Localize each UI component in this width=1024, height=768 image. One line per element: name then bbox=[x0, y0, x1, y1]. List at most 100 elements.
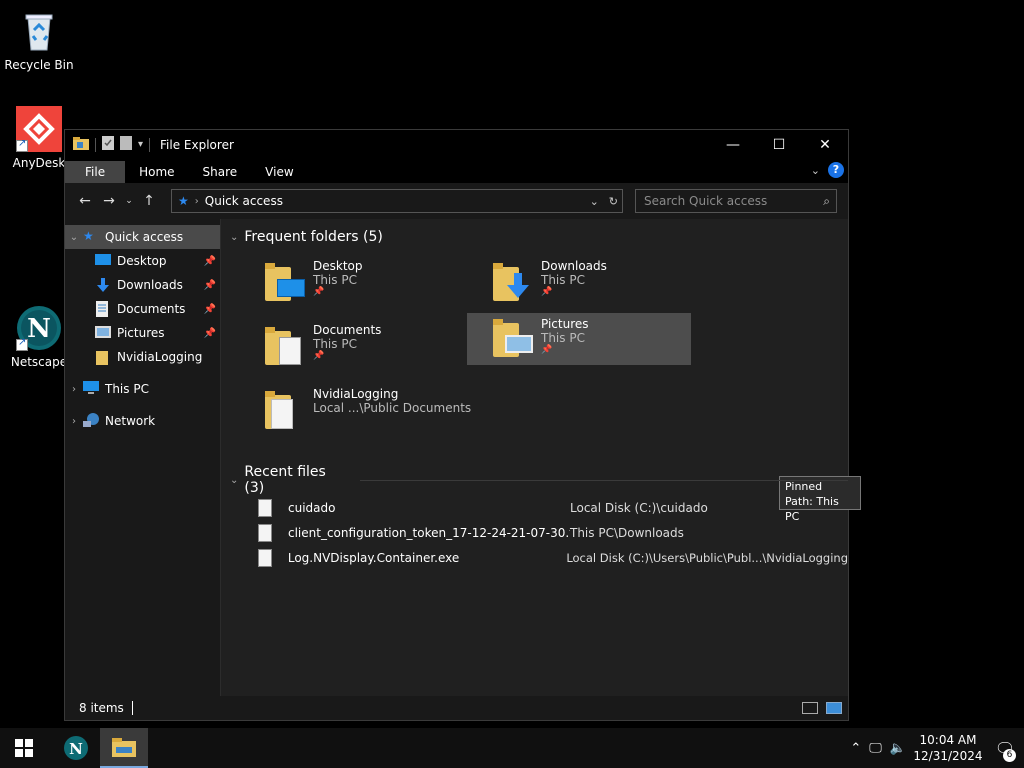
desktop-icon-recycle-bin[interactable]: Recycle Bin bbox=[1, 8, 77, 72]
system-tray: ⌃ 🖵 🔈 10:04 AM 12/31/2024 🗨 6 bbox=[846, 728, 1024, 768]
back-arrow-icon[interactable]: ← bbox=[73, 193, 97, 209]
collapse-icon[interactable]: ⌄ bbox=[65, 232, 83, 243]
customize-toolbar-icon[interactable]: ▾ bbox=[138, 139, 143, 150]
properties-icon[interactable] bbox=[102, 136, 114, 153]
address-bar[interactable]: ★ › Quick access ⌄ ↻ bbox=[171, 189, 623, 213]
file-path: Local Disk (C:)\cuidado bbox=[570, 501, 708, 515]
folder-tile-nvidialogging[interactable]: NvidiaLogging Local ...\Public Documents bbox=[239, 385, 499, 437]
file-icon bbox=[258, 524, 272, 542]
tile-location: This PC bbox=[313, 337, 357, 351]
nav-item-desktop[interactable]: Desktop 📌 bbox=[65, 249, 220, 273]
tile-location: This PC bbox=[541, 331, 585, 345]
group-divider bbox=[359, 479, 848, 481]
pictures-folder-icon bbox=[493, 317, 533, 361]
tab-home[interactable]: Home bbox=[125, 161, 188, 183]
tile-location: Local ...\Public Documents bbox=[313, 401, 472, 415]
svg-text:N: N bbox=[27, 314, 51, 344]
nav-item-downloads[interactable]: Downloads 📌 bbox=[65, 273, 220, 297]
shortcut-arrow-icon bbox=[16, 337, 28, 351]
search-input[interactable] bbox=[636, 194, 806, 208]
taskbar-file-explorer[interactable] bbox=[100, 728, 148, 768]
forward-arrow-icon[interactable]: → bbox=[97, 193, 121, 209]
tile-name: Desktop bbox=[313, 259, 363, 273]
file-icon bbox=[258, 549, 272, 567]
folder-tile-downloads[interactable]: Downloads This PC 📌 bbox=[467, 257, 691, 309]
minimize-button[interactable]: — bbox=[710, 130, 756, 159]
taskbar: N ⌃ 🖵 🔈 10:04 AM 12/31/2024 🗨 6 bbox=[0, 728, 1024, 768]
navigation-pane: ⌄ ★ Quick access Desktop 📌 Downloads 📌 D… bbox=[65, 219, 221, 697]
notification-center-button[interactable]: 🗨 6 bbox=[986, 739, 1024, 762]
svg-text:N: N bbox=[69, 740, 83, 758]
volume-muted-icon[interactable]: 🔈 bbox=[890, 741, 906, 756]
recycle-bin-label: Recycle Bin bbox=[4, 58, 74, 72]
search-box[interactable]: ⌕ bbox=[635, 189, 837, 213]
notification-count-badge: 6 bbox=[1003, 748, 1016, 762]
folder-tile-documents[interactable]: Documents This PC 📌 bbox=[239, 321, 463, 373]
clock-date: 12/31/2024 bbox=[913, 749, 983, 763]
window-title: File Explorer bbox=[160, 137, 234, 152]
desktop-folder-icon bbox=[265, 261, 305, 305]
file-path: This PC\Downloads bbox=[570, 526, 684, 540]
clock[interactable]: 10:04 AM 12/31/2024 bbox=[910, 732, 986, 764]
tile-location: This PC bbox=[541, 273, 585, 287]
tab-file[interactable]: File bbox=[65, 161, 126, 183]
show-hidden-icons-icon[interactable]: ⌃ bbox=[850, 741, 861, 756]
up-arrow-icon[interactable]: ↑ bbox=[137, 193, 161, 209]
star-icon: ★ bbox=[178, 194, 189, 208]
folder-tile-pictures[interactable]: Pictures This PC 📌 bbox=[467, 313, 691, 365]
recent-files-header[interactable]: ⌄ Recent files (3) bbox=[230, 464, 848, 496]
list-item[interactable]: client_configuration_token_17-12-24-21-0… bbox=[258, 522, 848, 544]
start-button[interactable] bbox=[0, 728, 48, 768]
network-status-icon[interactable]: 🖵 bbox=[869, 741, 882, 756]
address-dropdown-icon[interactable]: ⌄ bbox=[590, 195, 599, 208]
nav-item-label: This PC bbox=[105, 382, 149, 396]
nav-item-label: Downloads bbox=[117, 278, 183, 292]
pin-icon: 📌 bbox=[313, 351, 325, 361]
toolbar-separator bbox=[149, 137, 151, 152]
nav-item-this-pc[interactable]: › This PC bbox=[65, 377, 220, 401]
taskbar-netscape[interactable]: N bbox=[52, 728, 100, 768]
search-icon[interactable]: ⌕ bbox=[823, 194, 830, 209]
maximize-button[interactable]: ☐ bbox=[756, 130, 802, 159]
expand-icon[interactable]: › bbox=[65, 416, 83, 427]
clock-time: 10:04 AM bbox=[919, 733, 977, 747]
toolbar-separator bbox=[95, 137, 96, 152]
expand-ribbon-icon[interactable]: ⌄ bbox=[811, 164, 820, 177]
netscape-icon: N bbox=[16, 305, 62, 351]
pin-icon: 📌 bbox=[541, 287, 553, 297]
nav-item-nvidialogging[interactable]: NvidiaLogging bbox=[65, 345, 220, 369]
chevron-right-icon[interactable]: › bbox=[195, 196, 199, 207]
collapse-icon: ⌄ bbox=[230, 231, 239, 243]
address-location: Quick access bbox=[204, 194, 283, 208]
expand-icon[interactable]: › bbox=[65, 384, 83, 395]
refresh-icon[interactable]: ↻ bbox=[609, 195, 618, 208]
folder-tile-desktop[interactable]: Desktop This PC 📌 bbox=[239, 257, 463, 309]
ribbon-tabs: File Home Share View ⌄ ? bbox=[65, 159, 848, 183]
navigation-bar: ← → ⌄ ↑ ★ › Quick access ⌄ ↻ ⌕ bbox=[65, 183, 848, 219]
tab-share[interactable]: Share bbox=[189, 161, 252, 183]
tile-name: Downloads bbox=[541, 259, 607, 273]
tab-view[interactable]: View bbox=[251, 161, 307, 183]
downloads-folder-icon bbox=[493, 261, 533, 305]
close-button[interactable]: ✕ bbox=[802, 130, 848, 159]
title-bar[interactable]: ▾ File Explorer — ☐ ✕ bbox=[65, 130, 848, 159]
help-button[interactable]: ? bbox=[828, 162, 844, 178]
nav-item-network[interactable]: › Network bbox=[65, 409, 220, 433]
tile-name: Pictures bbox=[541, 317, 589, 331]
details-view-button[interactable] bbox=[802, 702, 818, 714]
tile-name: Documents bbox=[313, 323, 382, 337]
large-icons-view-button[interactable] bbox=[826, 702, 842, 714]
nav-item-pictures[interactable]: Pictures 📌 bbox=[65, 321, 220, 345]
new-folder-icon[interactable] bbox=[120, 136, 132, 153]
nav-item-documents[interactable]: Documents 📌 bbox=[65, 297, 220, 321]
tile-location: This PC bbox=[313, 273, 357, 287]
list-item[interactable]: cuidado Local Disk (C:)\cuidado bbox=[258, 497, 848, 519]
status-separator bbox=[131, 701, 133, 715]
nav-item-quick-access[interactable]: ⌄ ★ Quick access bbox=[65, 225, 220, 249]
frequent-folders-header[interactable]: ⌄ Frequent folders (5) bbox=[230, 229, 840, 245]
folder-icon[interactable] bbox=[73, 136, 89, 153]
file-path: Local Disk (C:)\Users\Public\Publ...\Nvi… bbox=[566, 551, 848, 565]
pin-icon: 📌 bbox=[313, 287, 325, 297]
list-item[interactable]: Log.NVDisplay.Container.exe Local Disk (… bbox=[258, 547, 848, 569]
recent-locations-icon[interactable]: ⌄ bbox=[121, 196, 137, 206]
